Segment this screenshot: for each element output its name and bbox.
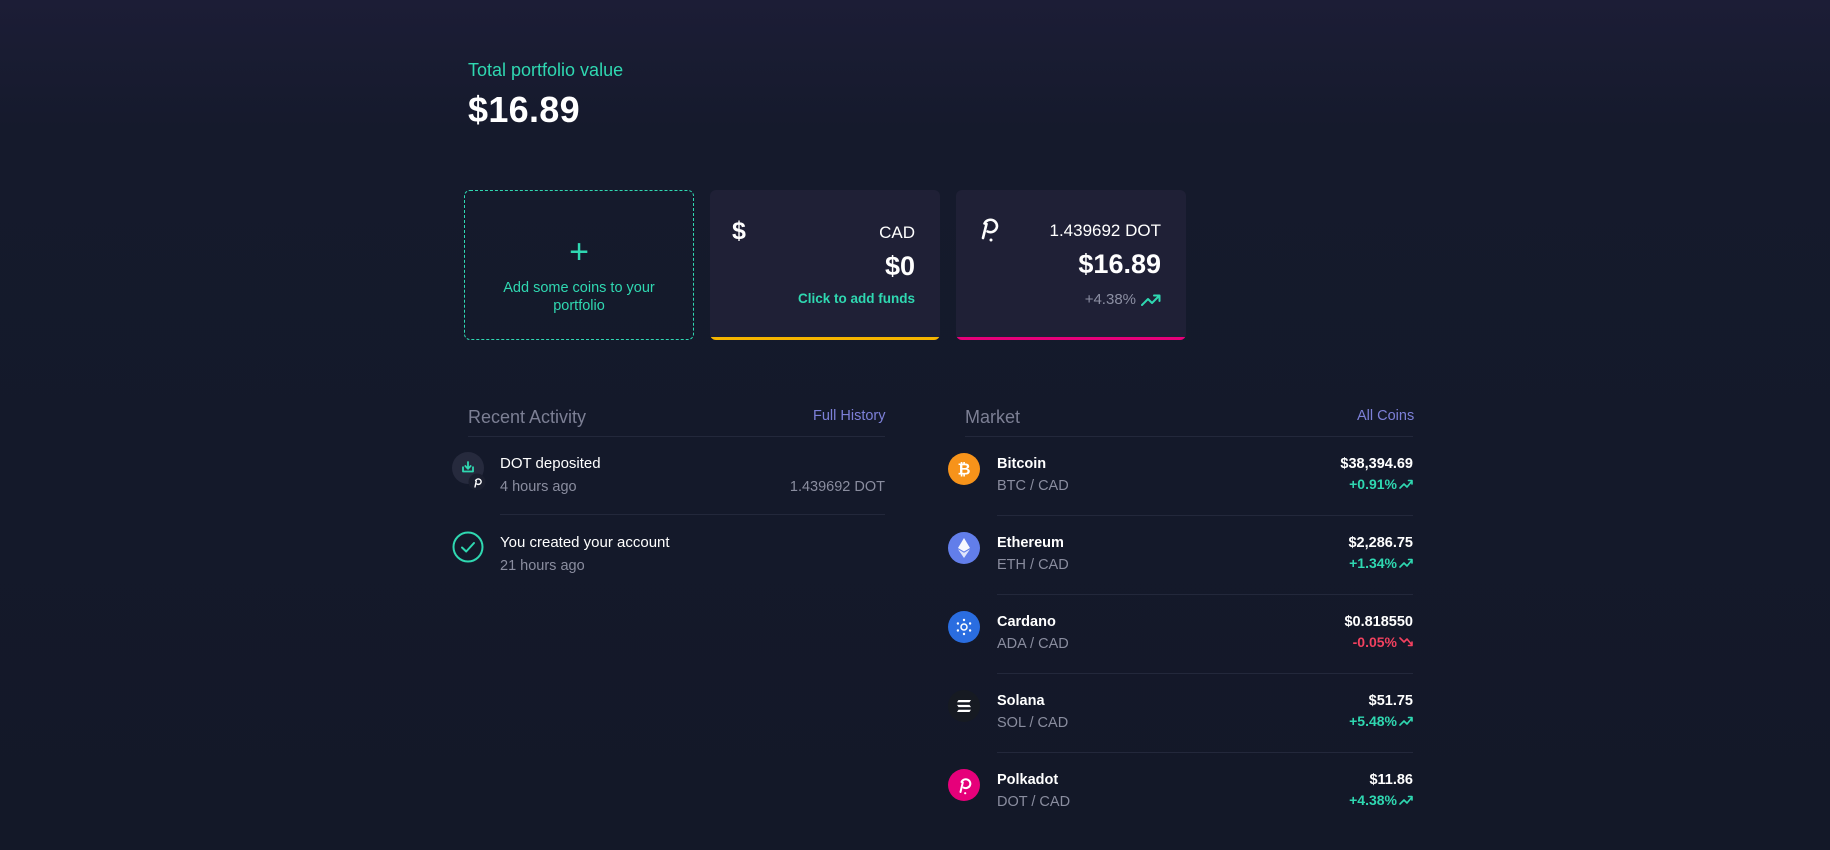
coin-change: +1.34% (1349, 555, 1413, 571)
plus-icon: + (569, 233, 589, 271)
market-row-polkadot[interactable]: Polkadot DOT / CAD $11.86 +4.38% (948, 769, 1413, 848)
trend-up-icon (1399, 795, 1413, 805)
trend-up-icon (1399, 558, 1413, 568)
dollar-icon: $ (732, 217, 746, 245)
coin-change-value: +5.48% (1349, 713, 1397, 729)
full-history-link[interactable]: Full History (813, 408, 886, 424)
coin-name: Ethereum (997, 535, 1064, 551)
activity-title: You created your account (500, 534, 670, 551)
cad-balance-card[interactable]: $ CAD $0 Click to add funds (710, 190, 940, 340)
coin-name: Cardano (997, 614, 1056, 630)
cardano-icon (948, 611, 980, 643)
coin-price: $38,394.69 (1340, 456, 1413, 472)
coin-pair: BTC / CAD (997, 478, 1069, 494)
market-row-divider (997, 594, 1413, 595)
coin-name: Bitcoin (997, 456, 1047, 472)
market-row-bitcoin[interactable]: ₿ Bitcoin BTC / CAD $38,394.69 +0.91% (948, 453, 1413, 532)
coin-change: +5.48% (1349, 713, 1413, 729)
ethereum-icon (948, 532, 980, 564)
bitcoin-icon: ₿ (948, 453, 980, 485)
activity-amount: 1.439692 DOT (789, 479, 885, 495)
activity-title: DOT deposited (500, 455, 601, 472)
portfolio-value: $16.89 (468, 89, 580, 130)
coin-pair: ETH / CAD (997, 557, 1069, 573)
market-row-solana[interactable]: Solana SOL / CAD $51.75 +5.48% (948, 690, 1413, 769)
activity-time: 21 hours ago (500, 558, 585, 574)
market-row-divider (997, 515, 1413, 516)
coin-price: $51.75 (1368, 693, 1413, 709)
activity-item-account-created: You created your account 21 hours ago (452, 531, 885, 609)
portfolio-label: Total portfolio value (468, 60, 624, 80)
all-coins-link[interactable]: All Coins (1357, 408, 1414, 424)
svg-text:₿: ₿ (957, 460, 970, 479)
coin-change-value: -0.05% (1352, 634, 1397, 650)
coin-change-value: +4.38% (1349, 792, 1397, 808)
coin-change: +4.38% (1349, 792, 1413, 808)
coin-pair: ADA / CAD (997, 636, 1069, 652)
market-row-cardano[interactable]: Cardano ADA / CAD $0.818550 -0.05% (948, 611, 1413, 690)
activity-item-dot-deposit: DOT deposited 4 hours ago 1.439692 DOT (452, 452, 885, 530)
dot-change: +4.38% (1085, 291, 1161, 308)
solana-icon (948, 690, 980, 722)
market-row-divider (997, 673, 1413, 674)
coin-name: Solana (997, 693, 1045, 709)
coin-pair: DOT / CAD (997, 794, 1071, 810)
coin-change-value: +0.91% (1349, 476, 1397, 492)
coin-price: $2,286.75 (1348, 535, 1413, 551)
market-title: Market (965, 407, 1021, 427)
coin-change-value: +1.34% (1349, 555, 1397, 571)
check-circle-icon (452, 531, 484, 563)
activity-row-divider (500, 514, 885, 515)
coin-pair: SOL / CAD (997, 715, 1069, 731)
activity-divider (468, 436, 885, 437)
cad-amount: $0 (884, 251, 915, 281)
add-coins-text: Add some coins to your portfolio (503, 280, 655, 314)
activity-time: 4 hours ago (500, 479, 577, 495)
coin-price: $0.818550 (1344, 614, 1413, 630)
dot-amount: $16.89 (1078, 249, 1161, 279)
market-row-divider (997, 752, 1413, 753)
add-coins-card[interactable]: + Add some coins to your portfolio (464, 190, 694, 340)
polkadot-icon (948, 769, 980, 801)
dot-change-value: +4.38% (1084, 291, 1136, 308)
cad-accent-bar (710, 337, 940, 340)
polkadot-icon (981, 218, 999, 242)
dot-balance-card[interactable]: 1.439692 DOT $16.89 +4.38% (956, 190, 1186, 340)
trend-down-icon (1399, 637, 1413, 647)
market-divider (965, 436, 1413, 437)
trend-up-icon (1141, 294, 1161, 306)
trend-up-icon (1399, 479, 1413, 489)
coin-name: Polkadot (997, 772, 1059, 788)
recent-activity-title: Recent Activity (468, 407, 587, 427)
add-funds-link[interactable]: Click to add funds (798, 291, 915, 306)
dot-accent-bar (956, 337, 1186, 340)
market-row-ethereum[interactable]: Ethereum ETH / CAD $2,286.75 +1.34% (948, 532, 1413, 611)
deposit-icon (452, 452, 486, 490)
dot-quantity: 1.439692 DOT (1049, 221, 1161, 240)
trend-up-icon (1399, 716, 1413, 726)
coin-change: -0.05% (1353, 634, 1413, 650)
coin-change: +0.91% (1349, 476, 1413, 492)
coin-price: $11.86 (1369, 772, 1413, 788)
cad-currency: CAD (879, 223, 915, 242)
